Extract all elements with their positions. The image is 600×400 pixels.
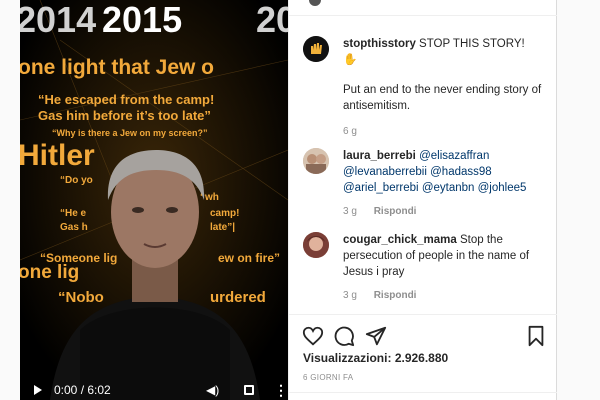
video-time: 0:00 / 6:02 (54, 383, 111, 397)
bookmark-icon[interactable] (525, 325, 547, 347)
overlay-line: “Nobo (58, 289, 104, 306)
comment-text: laura_berrebi @elisazaffran @levanaberre… (343, 148, 553, 220)
year-2015: 2015 (102, 0, 182, 40)
overlay-line: one light that Jew o (20, 56, 214, 79)
year-2016: 20 (256, 0, 288, 40)
share-icon[interactable] (365, 325, 387, 347)
page-background: 2014 2015 20 one light that Jew o “He es… (0, 0, 600, 400)
video-player[interactable]: 2014 2015 20 one light that Jew o “He es… (20, 0, 288, 400)
more-icon[interactable]: ⋮ (274, 383, 288, 397)
mention-link[interactable]: @elisazaffran (419, 150, 489, 162)
fullscreen-icon[interactable] (244, 385, 254, 395)
comment-text: cougar_chick_mama Stop the persecution o… (343, 232, 553, 304)
overlay-line: Gas him before it’s too late” (38, 108, 211, 123)
comment-age: 3 g (343, 290, 357, 301)
caption-line: Put an end to the never ending story of … (343, 84, 542, 112)
mention-link[interactable]: @ariel_berrebi (343, 182, 419, 194)
comment-age: 3 g (343, 206, 357, 217)
views-count: Visualizzazioni: 2.926.880 (303, 351, 448, 365)
mention-link[interactable]: @hadass98 (430, 166, 492, 178)
caption-age: 6 g (343, 126, 357, 137)
overlay-line: Hitler (20, 139, 95, 172)
overlay-line: one lig (20, 262, 79, 283)
avatar[interactable] (303, 148, 329, 174)
post-date[interactable]: 6 GIORNI FA (303, 373, 353, 382)
username-link[interactable]: laura_berrebi (343, 150, 416, 162)
post-header (289, 0, 557, 16)
hand-emoji-icon: ✋ (343, 54, 358, 66)
overlay-line: camp! (210, 208, 239, 219)
reply-button[interactable]: Rispondi (374, 206, 417, 217)
comment-icon[interactable] (333, 325, 355, 347)
year-2014: 2014 (20, 0, 96, 40)
overlay-line: Gas h (60, 222, 88, 233)
mention-link[interactable]: @eytanbn (422, 182, 475, 194)
header-avatar[interactable] (309, 0, 321, 6)
divider (289, 392, 557, 393)
video-controls: 0:00 / 6:02 ◀) ⋮ (20, 380, 288, 400)
overlay-line: “He e (60, 208, 87, 219)
avatar-photo (303, 232, 329, 258)
video-frame: 2014 2015 20 one light that Jew o “He es… (20, 0, 288, 400)
caption-line: STOP THIS STORY! (419, 38, 525, 50)
reply-button[interactable]: Rispondi (374, 290, 417, 301)
overlay-line: “Why is there a Jew on my screen?” (52, 128, 208, 138)
mention-link[interactable]: @johlee5 (478, 182, 527, 194)
overlay-line: late”| (210, 222, 235, 233)
overlay-line: “He escaped from the camp! (38, 92, 214, 107)
heart-icon[interactable] (302, 325, 324, 347)
avatar-photo (303, 148, 329, 174)
avatar[interactable] (303, 232, 329, 258)
overlay-line: urdered (210, 289, 266, 306)
overlay-line: ew on fire” (218, 251, 280, 265)
comments-panel: stopthisstory STOP THIS STORY! ✋ Put an … (288, 0, 557, 400)
views-value: 2.926.880 (394, 351, 449, 365)
post-actions: Visualizzazioni: 2.926.880 6 GIORNI FA (289, 314, 557, 400)
mention-link[interactable]: @levanaberrebii (343, 166, 427, 178)
views-label: Visualizzazioni: (303, 351, 392, 365)
overlay-line: “Do yo (60, 175, 93, 186)
play-icon[interactable] (34, 385, 42, 395)
avatar[interactable] (303, 36, 329, 62)
username-link[interactable]: stopthisstory (343, 38, 416, 50)
volume-icon[interactable]: ◀) (206, 383, 219, 397)
username-link[interactable]: cougar_chick_mama (343, 234, 457, 246)
hand-logo-icon (303, 36, 329, 62)
caption-text: stopthisstory STOP THIS STORY! ✋ Put an … (343, 36, 553, 140)
